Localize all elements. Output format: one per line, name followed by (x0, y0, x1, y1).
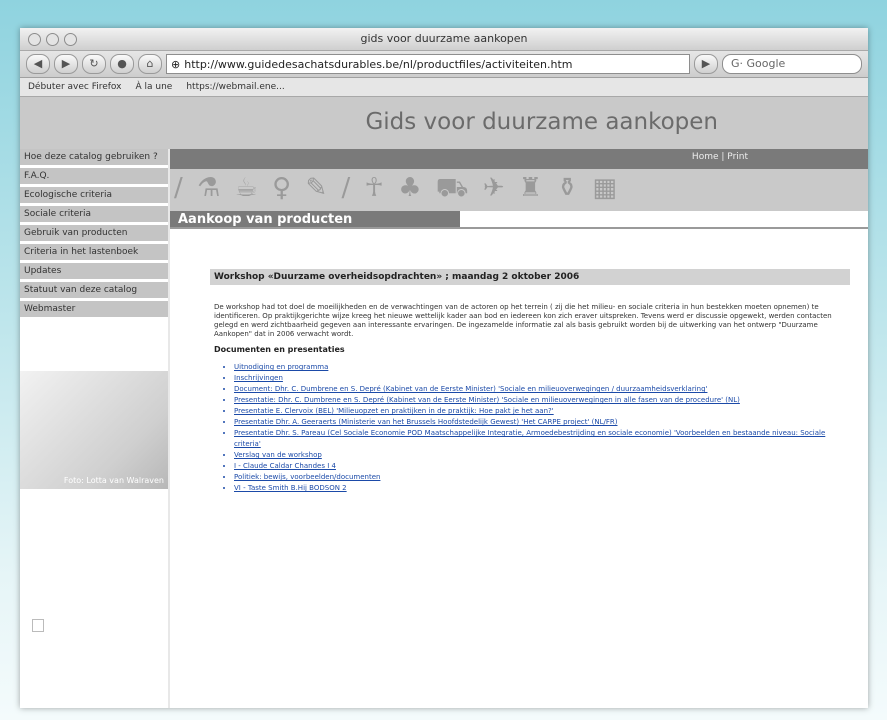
photo-caption: Foto: Lotta van Walraven (63, 476, 164, 485)
title-bar: gids voor duurzame aankopen (20, 28, 868, 51)
product-category-icons: / ⚗ ☕ ♀ ✎ / ☥ ♣ ⛟ ✈ ♜ ⚱ ▦ (174, 173, 620, 203)
bookmark-item[interactable]: À la une (136, 78, 173, 96)
list-item: VI - Taste Smith B.Hij BODSON 2 (234, 483, 850, 494)
sidebar-photo: Foto: Lotta van Walraven (20, 371, 168, 489)
search-placeholder: Google (746, 57, 786, 70)
document-link[interactable]: VI - Taste Smith B.Hij BODSON 2 (234, 484, 347, 492)
google-search-icon: G· (731, 57, 744, 70)
sidebar-item-social-criteria[interactable]: Sociale criteria (20, 206, 168, 222)
sidebar-item-ecological-criteria[interactable]: Ecologische criteria (20, 187, 168, 203)
bookmarks-bar: Débuter avec Firefox À la une https://we… (20, 78, 868, 97)
minimize-window-button[interactable] (46, 33, 59, 46)
sidebar-item-catalog-status[interactable]: Statuut van deze catalog (20, 282, 168, 298)
zoom-window-button[interactable] (64, 33, 77, 46)
search-input[interactable]: G· Google (722, 54, 862, 74)
url-text: http://www.guidedesachatsdurables.be/nl/… (184, 57, 573, 71)
list-item: Uitnodiging en programma (234, 362, 850, 373)
list-item: Inschrijvingen (234, 373, 850, 384)
workshop-title: Workshop «Duurzame overheidsopdrachten» … (210, 269, 850, 285)
list-item: Verslag van de workshop (234, 450, 850, 461)
forward-icon[interactable]: ▶ (54, 54, 78, 74)
address-bar[interactable]: ⊕ http://www.guidedesachatsdurables.be/n… (166, 54, 690, 74)
close-window-button[interactable] (28, 33, 41, 46)
bookmark-item[interactable]: Débuter avec Firefox (28, 78, 122, 96)
document-link[interactable]: Uitnodiging en programma (234, 363, 328, 371)
browser-window: gids voor duurzame aankopen ◀ ▶ ↻ ● ⌂ ⊕ … (20, 28, 868, 708)
site-header: Gids voor duurzame aankopen (20, 97, 868, 149)
back-icon[interactable]: ◀ (26, 54, 50, 74)
topnav-separator: | (721, 152, 725, 162)
window-controls (28, 33, 77, 46)
stop-icon[interactable]: ● (110, 54, 134, 74)
top-navigation: Home | Print (170, 149, 868, 169)
go-icon[interactable]: ▶ (694, 54, 718, 74)
section-title: Aankoop van producten (178, 212, 353, 227)
documents-heading: Documenten en presentaties (214, 345, 345, 354)
sidebar-item-criteria-specification[interactable]: Criteria in het lastenboek (20, 244, 168, 260)
window-title: gids voor duurzame aankopen (360, 32, 528, 45)
product-icons-band: / ⚗ ☕ ♀ ✎ / ☥ ♣ ⛟ ✈ ♜ ⚱ ▦ (170, 169, 868, 211)
sidebar-item-updates[interactable]: Updates (20, 263, 168, 279)
list-item: Presentatie Dhr. S. Pareau (Cel Sociale … (234, 428, 850, 450)
sidebar-item-product-use[interactable]: Gebruik van producten (20, 225, 168, 241)
section-divider (170, 227, 868, 229)
home-icon[interactable]: ⌂ (138, 54, 162, 74)
workshop-intro: De workshop had tot doel de moeilijkhede… (214, 303, 832, 338)
site-title: Gids voor duurzame aankopen (365, 109, 718, 135)
document-link[interactable]: Document: Dhr. C. Dumbrene en S. Depré (… (234, 385, 707, 393)
document-link[interactable]: Presentatie Dhr. A. Geeraerts (Ministeri… (234, 418, 617, 426)
document-link[interactable]: Presentatie E. Clervoix (BEL) 'Milieuopz… (234, 407, 554, 415)
topnav-links: Home | Print (692, 152, 748, 162)
sidebar-item-faq[interactable]: F.A.Q. (20, 168, 168, 184)
print-link[interactable]: Print (727, 152, 748, 162)
site-body: Hoe deze catalog gebruiken ? F.A.Q. Ecol… (20, 149, 868, 708)
reload-icon[interactable]: ↻ (82, 54, 106, 74)
globe-icon: ⊕ (171, 57, 181, 71)
document-link[interactable]: I - Claude Caldar Chandes I 4 (234, 462, 336, 470)
list-item: Document: Dhr. C. Dumbrene en S. Depré (… (234, 384, 850, 395)
list-item: Presentatie: Dhr. C. Dumbrene en S. Depr… (234, 395, 850, 406)
home-link[interactable]: Home (692, 152, 719, 162)
documents-list: Uitnodiging en programma Inschrijvingen … (210, 362, 850, 494)
browser-toolbar: ◀ ▶ ↻ ● ⌂ ⊕ http://www.guidedesachatsdur… (20, 51, 868, 78)
sidebar-item-webmaster[interactable]: Webmaster (20, 301, 168, 317)
document-link[interactable]: Presentatie: Dhr. C. Dumbrene en S. Depr… (234, 396, 740, 404)
list-item: I - Claude Caldar Chandes I 4 (234, 461, 850, 472)
bookmark-item[interactable]: https://webmail.ene... (186, 78, 284, 96)
list-item: Presentatie Dhr. A. Geeraerts (Ministeri… (234, 417, 850, 428)
document-link[interactable]: Verslag van de workshop (234, 451, 322, 459)
sidebar: Hoe deze catalog gebruiken ? F.A.Q. Ecol… (20, 149, 170, 708)
document-icon (32, 619, 44, 632)
main-content: Workshop «Duurzame overheidsopdrachten» … (210, 269, 850, 494)
list-item: Politiek: bewijs, voorbeelden/documenten (234, 472, 850, 483)
document-link[interactable]: Inschrijvingen (234, 374, 283, 382)
list-item: Presentatie E. Clervoix (BEL) 'Milieuopz… (234, 406, 850, 417)
sidebar-item-how-to-use[interactable]: Hoe deze catalog gebruiken ? (20, 149, 168, 165)
document-link[interactable]: Politiek: bewijs, voorbeelden/documenten (234, 473, 380, 481)
document-link[interactable]: Presentatie Dhr. S. Pareau (Cel Sociale … (234, 429, 825, 448)
